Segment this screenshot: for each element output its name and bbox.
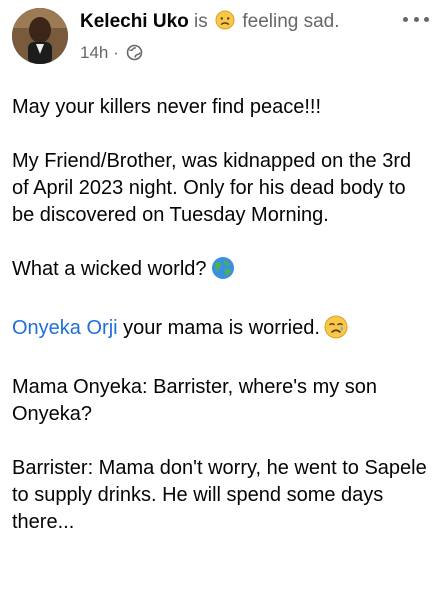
post-header: Kelechi Uko is feeling sad. 14h · <box>0 0 443 80</box>
crying-face-emoji-icon <box>324 315 348 347</box>
author-line: Kelechi Uko is feeling sad. <box>80 10 340 37</box>
more-options-icon[interactable] <box>403 12 429 26</box>
post-meta: 14h · <box>80 42 143 67</box>
para4-text: your mama is worried. <box>117 317 320 339</box>
avatar-image <box>12 8 68 64</box>
dot <box>413 16 419 22</box>
para3-text: What a wicked world? <box>12 258 207 280</box>
dot <box>403 16 408 22</box>
globe-icon[interactable] <box>126 44 143 67</box>
timestamp[interactable]: 14h <box>80 43 108 62</box>
post-paragraph-5: Mama Onyeka: Barrister, where's my son O… <box>12 376 378 425</box>
sad-face-emoji-icon <box>215 10 235 37</box>
mention-link[interactable]: Onyeka Orji <box>12 317 118 339</box>
author-name[interactable]: Kelechi Uko <box>80 11 189 32</box>
post-paragraph-3: What a wicked world? <box>12 256 432 288</box>
dot <box>424 16 429 22</box>
post-paragraph-4: Onyeka Orji your mama is worried. <box>12 315 432 347</box>
globe-emoji-icon <box>211 256 235 288</box>
meta-separator: · <box>113 43 119 62</box>
feeling-text[interactable]: feeling sad. <box>242 11 339 32</box>
post-paragraph-6: Barrister: Mama don't worry, he went to … <box>12 457 427 533</box>
post-paragraph-2: My Friend/Brother, was kidnapped on the … <box>12 150 412 226</box>
post-line-1: May your killers never find peace!!! <box>12 96 322 118</box>
avatar[interactable] <box>12 8 68 64</box>
post-body: May your killers never find peace!!! My … <box>12 94 432 563</box>
feeling-prefix: is <box>194 11 208 32</box>
